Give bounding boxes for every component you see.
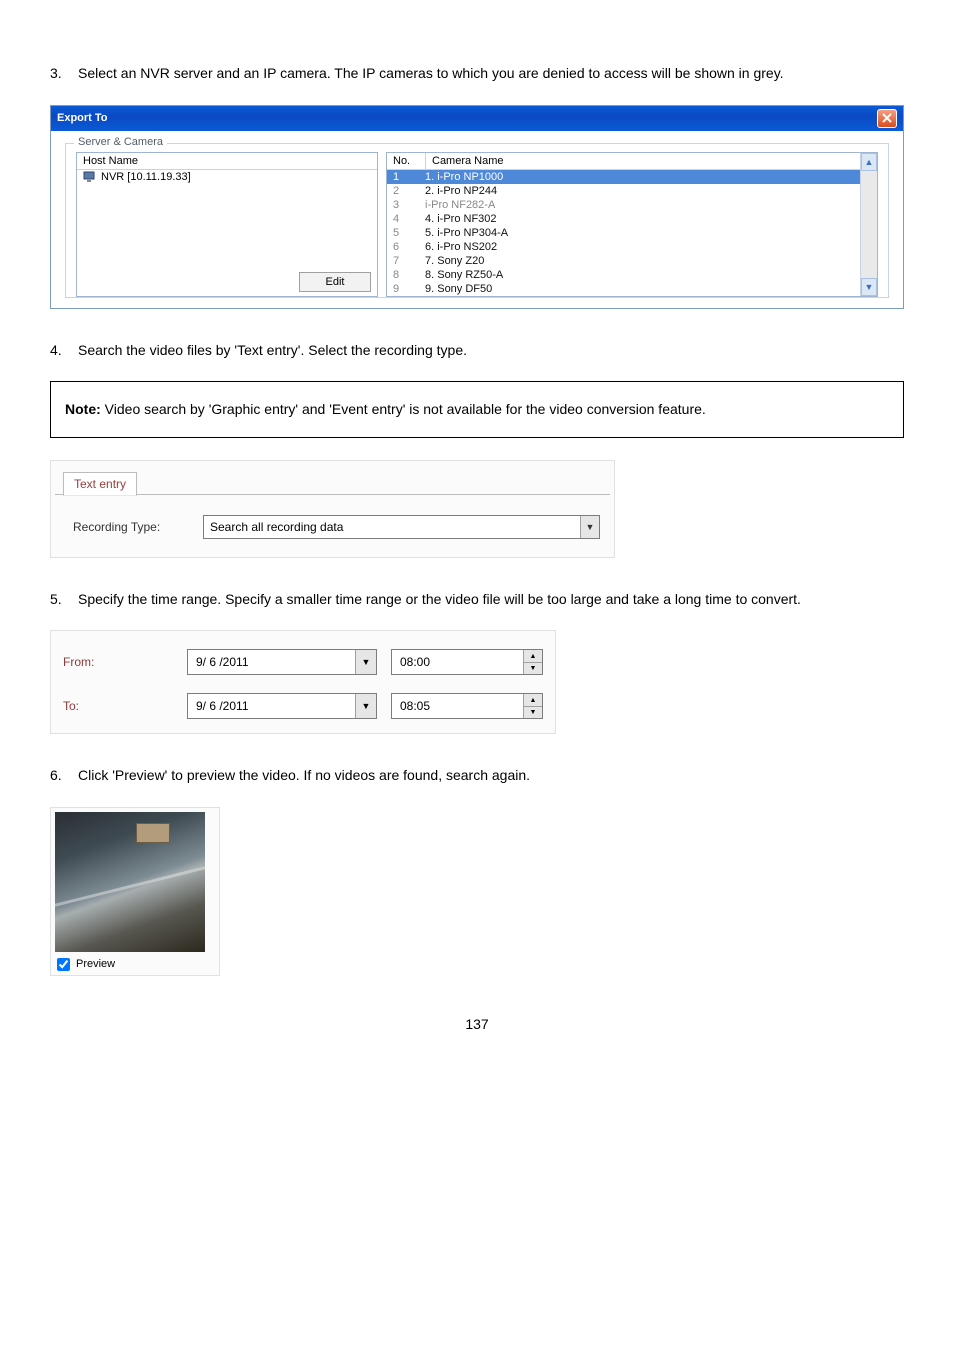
text-entry-panel: Text entry Recording Type: Search all re…: [50, 460, 615, 558]
to-label: To:: [63, 699, 173, 713]
preview-label: Preview: [76, 958, 115, 970]
camera-pane: No. Camera Name 11. i-Pro NP100022. i-Pr…: [386, 152, 878, 297]
step-6: 6. Click 'Preview' to preview the video.…: [50, 762, 904, 789]
step-4: 4. Search the video files by 'Text entry…: [50, 337, 904, 364]
camera-no: 7: [387, 255, 419, 267]
recording-type-select[interactable]: Search all recording data ▼: [203, 515, 600, 539]
chevron-down-icon[interactable]: ▼: [355, 694, 376, 718]
step-3-text: Select an NVR server and an IP camera. T…: [78, 60, 904, 87]
time-range-panel: From: 9/ 6 /2011 ▼ 08:00 ▲ ▼ To: 9/ 6 /2…: [50, 630, 556, 734]
step-3-num: 3.: [50, 60, 78, 87]
from-time-value: 08:00: [392, 650, 523, 674]
host-header: Host Name: [77, 153, 377, 169]
camera-no: 4: [387, 213, 419, 225]
camera-row[interactable]: 3i-Pro NF282-A: [387, 198, 860, 212]
camera-no: 2: [387, 185, 419, 197]
preview-checkbox[interactable]: [57, 958, 70, 971]
camera-row[interactable]: 99. Sony DF50: [387, 282, 860, 296]
camera-name: 6. i-Pro NS202: [419, 241, 860, 253]
camera-row[interactable]: 66. i-Pro NS202: [387, 240, 860, 254]
page-number: 137: [50, 1016, 904, 1032]
note-box: Note: Video search by 'Graphic entry' an…: [50, 381, 904, 438]
computer-icon: [83, 171, 97, 183]
chevron-down-icon[interactable]: ▼: [355, 650, 376, 674]
group-legend: Server & Camera: [74, 136, 167, 148]
camera-row[interactable]: 88. Sony RZ50-A: [387, 268, 860, 282]
camera-row[interactable]: 44. i-Pro NF302: [387, 212, 860, 226]
to-date-value: 9/ 6 /2011: [188, 699, 355, 713]
camera-no: 5: [387, 227, 419, 239]
camera-row[interactable]: 11. i-Pro NP1000: [387, 170, 860, 184]
preview-panel: Preview: [50, 807, 220, 976]
spin-up-icon[interactable]: ▲: [524, 694, 542, 707]
spin-up-icon[interactable]: ▲: [524, 650, 542, 663]
from-date-input[interactable]: 9/ 6 /2011 ▼: [187, 649, 377, 675]
preview-image: [55, 812, 205, 952]
from-date-value: 9/ 6 /2011: [188, 655, 355, 669]
host-name: NVR [10.11.19.33]: [101, 171, 191, 183]
recording-type-value: Search all recording data: [204, 520, 580, 534]
camera-no: 6: [387, 241, 419, 253]
step-6-num: 6.: [50, 762, 78, 789]
camera-name: 5. i-Pro NP304-A: [419, 227, 860, 239]
camera-no: 9: [387, 283, 419, 295]
camera-name: 1. i-Pro NP1000: [419, 171, 860, 183]
to-time-input[interactable]: 08:05 ▲ ▼: [391, 693, 543, 719]
scroll-up-icon[interactable]: ▲: [861, 153, 877, 171]
host-row[interactable]: NVR [10.11.19.33]: [77, 170, 377, 184]
step-3: 3. Select an NVR server and an IP camera…: [50, 60, 904, 87]
camera-name: 7. Sony Z20: [419, 255, 860, 267]
tab-text-entry[interactable]: Text entry: [63, 472, 137, 496]
camera-row[interactable]: 22. i-Pro NP244: [387, 184, 860, 198]
close-icon[interactable]: [877, 109, 897, 128]
camera-no: 3: [387, 199, 419, 211]
step-4-text: Search the video files by 'Text entry'. …: [78, 337, 904, 364]
step-6-text: Click 'Preview' to preview the video. If…: [78, 762, 904, 789]
camera-name: 2. i-Pro NP244: [419, 185, 860, 197]
step-5-num: 5.: [50, 586, 78, 613]
to-date-input[interactable]: 9/ 6 /2011 ▼: [187, 693, 377, 719]
camera-row[interactable]: 55. i-Pro NP304-A: [387, 226, 860, 240]
export-dialog: Export To Server & Camera Host Name: [50, 105, 904, 309]
camera-name: 9. Sony DF50: [419, 283, 860, 295]
step-5: 5. Specify the time range. Specify a sma…: [50, 586, 904, 613]
from-label: From:: [63, 655, 173, 669]
note-label: Note:: [65, 401, 101, 417]
to-time-value: 08:05: [392, 694, 523, 718]
spin-down-icon[interactable]: ▼: [524, 707, 542, 719]
camera-name: 4. i-Pro NF302: [419, 213, 860, 225]
col-camera-header: Camera Name: [426, 153, 860, 169]
step-5-text: Specify the time range. Specify a smalle…: [78, 586, 904, 613]
camera-list[interactable]: 11. i-Pro NP100022. i-Pro NP2443i-Pro NF…: [387, 170, 860, 296]
camera-row[interactable]: 77. Sony Z20: [387, 254, 860, 268]
host-pane: Host Name NVR [10.11.19.33] Edit: [76, 152, 378, 297]
from-time-input[interactable]: 08:00 ▲ ▼: [391, 649, 543, 675]
note-text: Video search by 'Graphic entry' and 'Eve…: [101, 401, 706, 417]
spin-down-icon[interactable]: ▼: [524, 663, 542, 675]
camera-no: 1: [387, 171, 419, 183]
camera-name: i-Pro NF282-A: [419, 199, 860, 211]
server-camera-group: Server & Camera Host Name NVR [10.11.19.…: [65, 143, 889, 298]
scroll-down-icon[interactable]: ▼: [861, 278, 877, 296]
recording-type-label: Recording Type:: [73, 520, 191, 534]
chevron-down-icon[interactable]: ▼: [580, 516, 599, 538]
scrollbar[interactable]: ▲ ▼: [860, 153, 877, 296]
camera-name: 8. Sony RZ50-A: [419, 269, 860, 281]
dialog-titlebar: Export To: [51, 106, 903, 131]
edit-button[interactable]: Edit: [299, 272, 371, 292]
dialog-title: Export To: [57, 112, 108, 124]
col-no-header: No.: [387, 153, 426, 169]
camera-no: 8: [387, 269, 419, 281]
step-4-num: 4.: [50, 337, 78, 364]
